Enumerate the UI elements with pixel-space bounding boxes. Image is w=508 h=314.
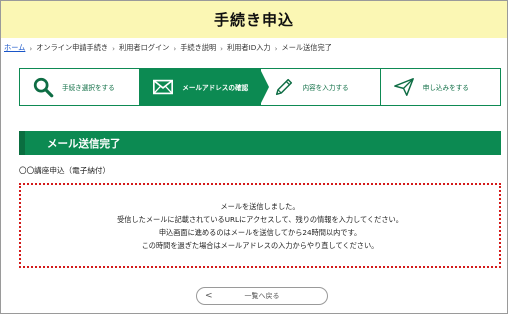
step-enter-content: 内容を入力する bbox=[259, 69, 380, 105]
breadcrumb-separator: › bbox=[112, 43, 115, 53]
step-label: 申し込みをする bbox=[422, 84, 469, 92]
step-select-procedure: 手続き選択をする bbox=[20, 69, 139, 105]
breadcrumb-item-online-procedures: オンライン申請手続き bbox=[36, 43, 109, 52]
breadcrumb-item-user-login: 利用者ログイン bbox=[119, 43, 170, 52]
section-heading: メール送信完了 bbox=[19, 131, 501, 155]
page-header: 手続き申込 bbox=[1, 1, 507, 38]
breadcrumb-separator: › bbox=[29, 43, 33, 53]
step-submit-application: 申し込みをする bbox=[379, 69, 500, 105]
breadcrumb-home-link[interactable]: ホーム bbox=[4, 43, 25, 53]
breadcrumb-separator: › bbox=[220, 43, 224, 53]
section-title: メール送信完了 bbox=[47, 137, 121, 150]
mail-icon bbox=[152, 76, 174, 98]
search-icon bbox=[32, 76, 54, 98]
back-button-label: 一覧へ戻る bbox=[244, 292, 280, 300]
progress-steps: 手続き選択をする メールアドレスの確認 内容を入力する 申し込みをする bbox=[19, 68, 501, 106]
chevron-left-icon: < bbox=[205, 291, 213, 301]
breadcrumb-item-current: メール送信完了 bbox=[281, 43, 332, 52]
breadcrumb-separator: › bbox=[173, 43, 177, 53]
step-confirm-email: メールアドレスの確認 bbox=[139, 69, 269, 105]
breadcrumb-separator: › bbox=[274, 43, 278, 53]
page-title: 手続き申込 bbox=[213, 11, 294, 29]
notice-line: この時間を過ぎた場合はメールアドレスの入力からやり直してください。 bbox=[141, 240, 379, 250]
notice-line: 受信したメールに記載されているURLにアクセスして、残りの情報を入力してください… bbox=[117, 214, 403, 224]
notice-line: メールを送信しました。 bbox=[220, 201, 300, 211]
step-label: メールアドレスの確認 bbox=[182, 84, 249, 92]
pencil-icon bbox=[273, 76, 295, 98]
step-label: 内容を入力する bbox=[302, 84, 349, 92]
step-label: 手続き選択をする bbox=[62, 84, 115, 92]
notice-box: メールを送信しました。 受信したメールに記載されているURLにアクセスして、残り… bbox=[19, 183, 501, 268]
send-icon bbox=[393, 76, 415, 98]
course-name: 〇〇講座申込（電子納付） bbox=[19, 166, 111, 175]
back-to-list-button[interactable]: < 一覧へ戻る bbox=[196, 287, 328, 305]
breadcrumb-item-procedure-description: 手続き説明 bbox=[180, 43, 217, 52]
breadcrumb-item-user-id-input: 利用者ID入力 bbox=[227, 43, 271, 52]
breadcrumb: ホーム › オンライン申請手続き › 利用者ログイン › 手続き説明 › 利用者… bbox=[4, 42, 332, 54]
notice-line: 申込画面に進めるのはメールを送信してから24時間以内です。 bbox=[158, 227, 362, 237]
